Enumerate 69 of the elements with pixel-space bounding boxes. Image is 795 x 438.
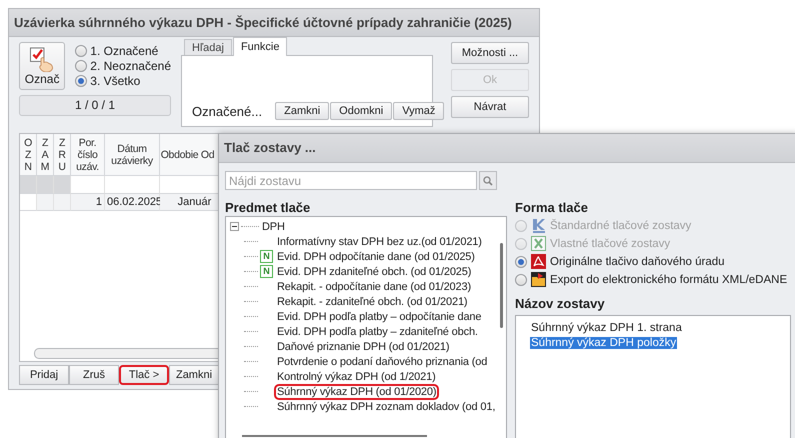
list-item[interactable]: Súhrnný výkaz DPH položky xyxy=(530,337,678,349)
tree-item[interactable]: Evid. DPH zdaniteľné obch. (od 01/2025) xyxy=(276,266,472,278)
tree-item[interactable]: Informatívny stav DPH bez uz.(od 01/2021) xyxy=(276,236,483,248)
side-button[interactable]: Návrat xyxy=(451,96,529,118)
toolbar-button[interactable]: Tlač > xyxy=(119,365,169,385)
checkbox-hand-icon xyxy=(29,47,56,72)
toolbar-button[interactable]: Pridaj xyxy=(19,365,69,385)
vertical-scrollbar[interactable] xyxy=(500,243,503,328)
radio-label[interactable]: 1. Označené xyxy=(90,44,158,58)
radio-button[interactable] xyxy=(75,74,88,86)
column-header[interactable]: ZAM xyxy=(37,134,54,176)
filter-cell[interactable] xyxy=(20,176,37,194)
radio-label[interactable]: 3. Všetko xyxy=(90,74,140,88)
action-button[interactable]: Vymaž xyxy=(393,102,444,120)
section-heading: Forma tlače xyxy=(515,200,589,216)
table-cell: 06.02.2025 xyxy=(105,194,160,211)
tab[interactable]: Hľadaj xyxy=(184,39,232,55)
table-cell: 1 xyxy=(71,194,105,211)
tree-item[interactable]: DPH xyxy=(261,220,286,232)
search-field[interactable]: Nájdi zostavu xyxy=(225,171,477,190)
side-button[interactable]: Možnosti ... xyxy=(451,42,529,64)
k-logo-icon xyxy=(531,218,546,233)
search-button[interactable] xyxy=(479,171,497,190)
tree-item[interactable]: Kontrolný výkaz DPH (od 1/2021) xyxy=(276,370,437,382)
tree-item[interactable]: Rekapit. - zdaniteľné obch. (od 01/2021) xyxy=(276,296,468,308)
action-button[interactable]: Odomkni xyxy=(330,102,392,120)
radio-label[interactable]: Export do elektronického formátu XML/eDANE xyxy=(550,274,788,286)
column-header[interactable]: Dátum uzávierky xyxy=(105,134,160,176)
collapse-icon[interactable] xyxy=(230,222,239,231)
tab[interactable]: Funkcie xyxy=(232,37,288,56)
radio-button[interactable] xyxy=(75,60,88,72)
horizontal-scrollbar[interactable] xyxy=(242,435,427,437)
new-badge: N xyxy=(260,265,273,278)
list-item[interactable]: Súhrnný výkaz DPH 1. strana xyxy=(530,322,683,334)
filter-cell[interactable] xyxy=(37,176,54,194)
column-header[interactable]: OZN xyxy=(20,134,37,176)
radio-label[interactable]: 2. Neoznačené xyxy=(90,58,171,72)
tree-item[interactable]: Evid. DPH podľa platby – odpočítanie dane xyxy=(276,310,482,322)
folder-export-icon xyxy=(531,272,546,287)
toolbar-button[interactable]: Zruš xyxy=(69,365,119,385)
radio-button[interactable] xyxy=(75,44,88,56)
record-counter: 1 / 0 / 1 xyxy=(19,95,171,116)
radio-button[interactable] xyxy=(515,274,527,286)
toolbar-button[interactable]: Zamkni xyxy=(169,365,219,385)
window-title: Uzávierka súhrnného výkazu DPH - Špecifické účtovné prípady zahraničie (2025) xyxy=(9,9,539,37)
tree-item[interactable]: Rekapit. - odpočítanie dane (od 01/2023) xyxy=(276,280,472,292)
marked-label: Označené... xyxy=(192,104,262,118)
section-heading: Predmet tlače xyxy=(225,200,312,216)
filter-cell[interactable] xyxy=(54,176,71,194)
table-cell xyxy=(54,194,71,211)
tree-item[interactable]: Súhrnný výkaz DPH zoznam dokladov (od 01, xyxy=(276,400,496,412)
table-cell xyxy=(37,194,54,211)
tree-item[interactable]: Súhrnný výkaz DPH (od 01/2020) xyxy=(276,386,438,398)
tree-item[interactable]: Potvrdenie o podaní daňového priznania (od xyxy=(276,356,488,368)
tree-item[interactable]: Evid. DPH odpočítanie dane (od 01/2025) xyxy=(276,250,476,262)
action-button[interactable]: Zamkni xyxy=(275,102,330,120)
mark-button[interactable]: Označ xyxy=(19,42,66,90)
column-header[interactable]: Por. číslo uzáv. xyxy=(71,134,105,176)
tree-item[interactable]: Daňové priznanie DPH (od 01/2021) xyxy=(276,340,450,352)
pdf-icon xyxy=(531,254,546,269)
tree-item[interactable]: Evid. DPH podľa platby – zdaniteľné obch. xyxy=(276,326,479,338)
section-heading: Názov zostavy xyxy=(515,296,606,312)
spreadsheet-icon xyxy=(531,236,546,251)
new-badge: N xyxy=(260,250,273,263)
column-header[interactable]: ZRU xyxy=(54,134,71,176)
search-icon xyxy=(483,176,493,186)
radio-button[interactable] xyxy=(515,256,527,268)
dialog-title: Tlač zostavy ... xyxy=(219,134,795,163)
radio-label[interactable]: Originálne tlačivo daňového úradu xyxy=(550,256,725,268)
